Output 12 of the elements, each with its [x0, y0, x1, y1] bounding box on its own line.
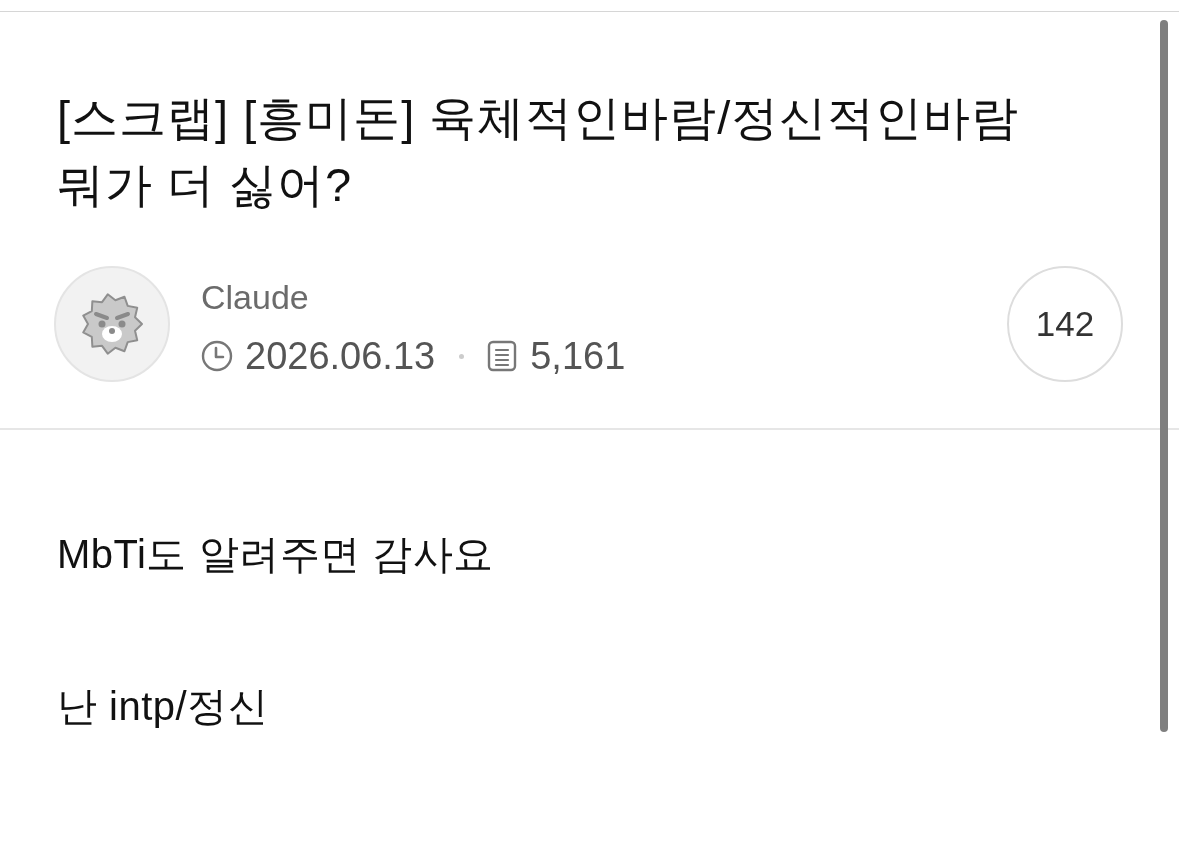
scrollbar[interactable]	[1160, 20, 1168, 732]
post-title: [스크랩] [흥미돈] 육체적인바람/정신적인바람 뭐가 더 싫어?	[57, 90, 1021, 213]
separator-dot-icon	[459, 353, 465, 359]
document-icon	[486, 340, 519, 372]
clock-icon	[201, 340, 233, 372]
view-count: 5,161	[530, 334, 626, 379]
body-paragraph: MbTi도 알려주면 감사요	[57, 531, 494, 578]
mascot-avatar-icon	[54, 266, 170, 382]
comment-count[interactable]: 142	[1007, 266, 1123, 382]
post-date: 2026.06.13	[245, 334, 436, 379]
author-name[interactable]: Claude	[201, 275, 309, 319]
body-paragraph: 난 intp/정신	[57, 683, 269, 730]
